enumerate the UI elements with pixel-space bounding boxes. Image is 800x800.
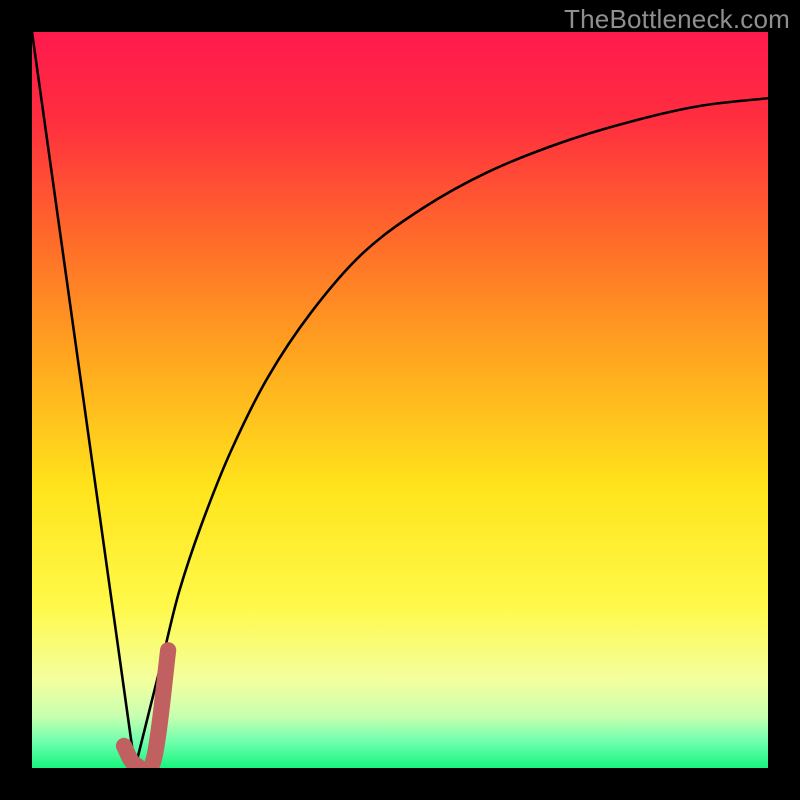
chart-frame: TheBottleneck.com	[0, 0, 800, 800]
watermark-label: TheBottleneck.com	[564, 4, 790, 35]
curves-layer	[32, 32, 768, 768]
left-line-path	[32, 32, 135, 768]
right-curve-path	[135, 98, 768, 768]
j-tick-path	[124, 650, 168, 768]
plot-area	[32, 32, 768, 768]
